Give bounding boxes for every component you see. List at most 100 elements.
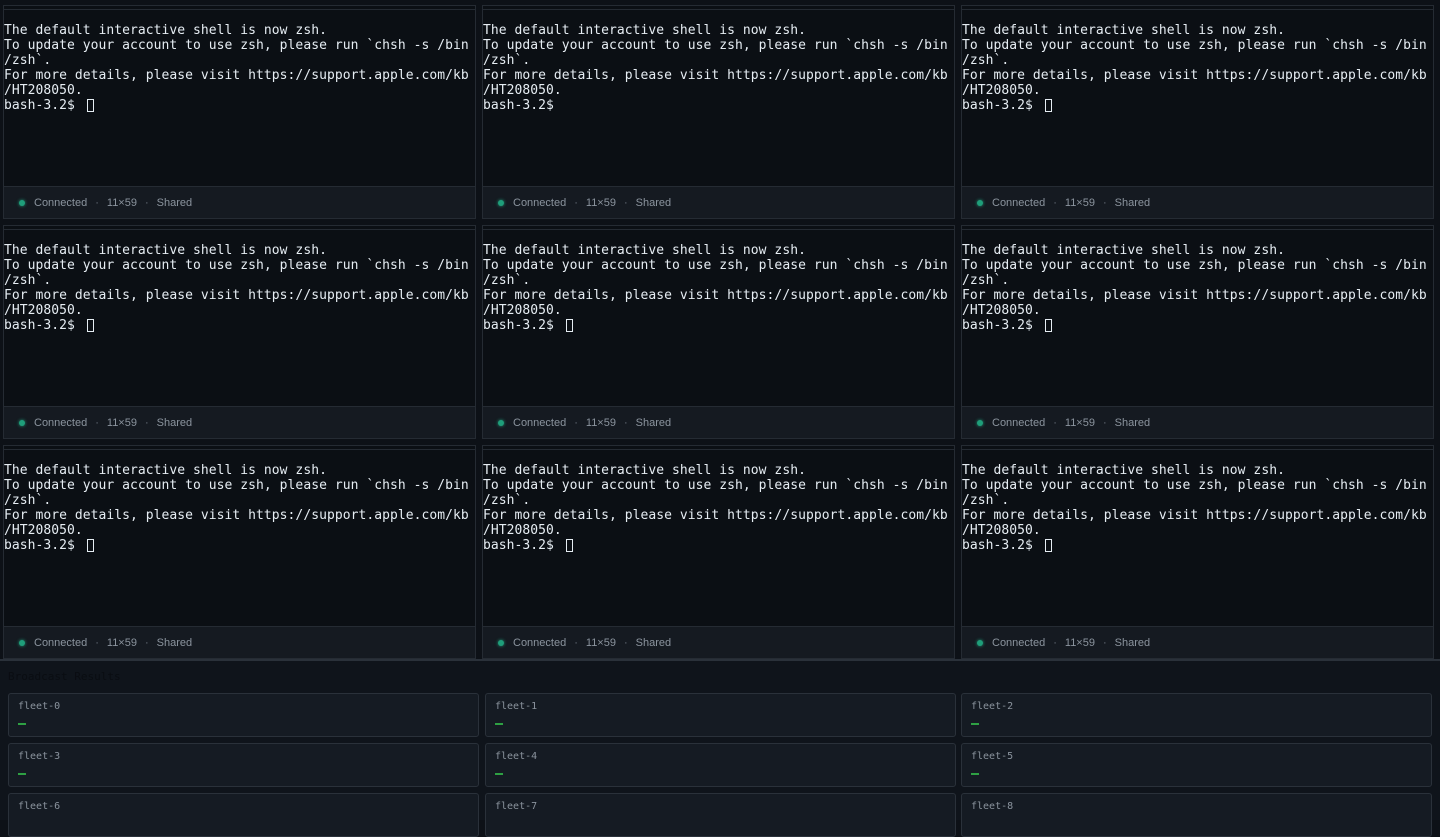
terminal-pane[interactable]: The default interactive shell is now zsh… — [3, 225, 476, 439]
broadcast-result-card[interactable]: fleet-5 — [961, 743, 1432, 787]
broadcast-result-card[interactable]: fleet-1 — [485, 693, 956, 737]
terminal-size: 11×59 — [1064, 636, 1095, 649]
pane-divider — [4, 449, 475, 450]
terminal-line: For more details, please visit https://s… — [4, 68, 469, 83]
terminal-line: To update your account to use zsh, pleas… — [962, 478, 1427, 493]
terminal-pane[interactable]: The default interactive shell is now zsh… — [961, 225, 1434, 439]
terminal-cursor — [566, 539, 573, 552]
pane-divider — [483, 229, 954, 230]
connection-status: Connected — [992, 636, 1046, 649]
terminal-line: /HT208050. — [962, 303, 1041, 318]
terminal-pane[interactable]: The default interactive shell is now zsh… — [482, 445, 955, 659]
shell-prompt: bash-3.2$ — [483, 98, 562, 113]
terminal-line: For more details, please visit https://s… — [483, 288, 948, 303]
pane-divider — [483, 9, 954, 10]
session-mode: Shared — [1114, 636, 1151, 649]
result-status-bar — [18, 773, 26, 775]
shell-prompt: bash-3.2$ — [962, 98, 1041, 113]
fleet-host-name: fleet-8 — [971, 801, 1014, 812]
pane-status-bar: Connected · 11×59 · Shared — [483, 186, 954, 218]
connected-dot-icon — [977, 199, 983, 206]
terminal-output[interactable]: The default interactive shell is now zsh… — [4, 243, 475, 333]
terminal-size: 11×59 — [106, 636, 137, 649]
pane-divider — [962, 229, 1433, 230]
terminal-line: For more details, please visit https://s… — [483, 508, 948, 523]
connected-dot-icon — [498, 419, 504, 426]
terminal-line: The default interactive shell is now zsh… — [4, 243, 327, 258]
broadcast-result-card[interactable]: fleet-3 — [8, 743, 479, 787]
separator: · — [574, 636, 578, 649]
terminal-output[interactable]: The default interactive shell is now zsh… — [483, 23, 954, 113]
broadcast-result-card[interactable]: fleet-4 — [485, 743, 956, 787]
terminal-line: /zsh`. — [962, 53, 1010, 68]
terminal-output[interactable]: The default interactive shell is now zsh… — [483, 463, 954, 553]
terminal-output[interactable]: The default interactive shell is now zsh… — [962, 463, 1433, 553]
terminal-line: /HT208050. — [4, 523, 83, 538]
separator: · — [1053, 416, 1057, 429]
broadcast-result-card[interactable]: fleet-6 — [8, 793, 479, 837]
connection-status: Connected — [34, 636, 88, 649]
result-status-bar — [495, 723, 503, 725]
separator: · — [1053, 636, 1057, 649]
terminal-line: To update your account to use zsh, pleas… — [962, 38, 1427, 53]
shell-prompt: bash-3.2$ — [4, 538, 83, 553]
connection-status: Connected — [34, 416, 88, 429]
connected-dot-icon — [19, 199, 25, 206]
result-status-bar — [971, 773, 979, 775]
broadcast-result-card[interactable]: fleet-0 — [8, 693, 479, 737]
fleet-host-name: fleet-6 — [18, 801, 61, 812]
terminal-line: /HT208050. — [483, 83, 562, 98]
connected-dot-icon — [19, 419, 25, 426]
separator: · — [623, 636, 628, 649]
connected-dot-icon — [19, 639, 25, 646]
terminal-line: /HT208050. — [962, 83, 1041, 98]
terminal-output[interactable]: The default interactive shell is now zsh… — [4, 23, 475, 113]
separator: · — [623, 416, 628, 429]
connected-dot-icon — [498, 639, 504, 646]
connection-status: Connected — [34, 196, 88, 209]
terminal-output[interactable]: The default interactive shell is now zsh… — [483, 243, 954, 333]
terminal-line: To update your account to use zsh, pleas… — [4, 478, 469, 493]
terminal-line: The default interactive shell is now zsh… — [483, 23, 806, 38]
terminal-pane[interactable]: The default interactive shell is now zsh… — [961, 5, 1434, 219]
broadcast-results-title: Broadcast Results — [8, 670, 121, 683]
pane-divider — [4, 229, 475, 230]
terminal-pane[interactable]: The default interactive shell is now zsh… — [3, 445, 476, 659]
pane-status-bar: Connected · 11×59 · Shared — [4, 626, 475, 658]
terminal-pane[interactable]: The default interactive shell is now zsh… — [3, 5, 476, 219]
separator: · — [144, 636, 149, 649]
terminal-output[interactable]: The default interactive shell is now zsh… — [962, 23, 1433, 113]
session-mode: Shared — [635, 416, 672, 429]
broadcast-result-card[interactable]: fleet-7 — [485, 793, 956, 837]
terminal-cursor — [1045, 319, 1052, 332]
terminal-output[interactable]: The default interactive shell is now zsh… — [962, 243, 1433, 333]
terminal-line: /zsh`. — [483, 273, 531, 288]
separator: · — [1102, 416, 1107, 429]
shell-prompt: bash-3.2$ — [962, 318, 1041, 333]
terminal-size: 11×59 — [106, 196, 137, 209]
connection-status: Connected — [513, 636, 567, 649]
terminal-pane[interactable]: The default interactive shell is now zsh… — [482, 225, 955, 439]
connection-status: Connected — [513, 196, 567, 209]
separator: · — [144, 196, 149, 209]
connection-status: Connected — [992, 196, 1046, 209]
fleet-host-name: fleet-1 — [495, 701, 538, 712]
pane-status-bar: Connected · 11×59 · Shared — [4, 406, 475, 438]
terminal-output[interactable]: The default interactive shell is now zsh… — [4, 463, 475, 553]
pane-status-bar: Connected · 11×59 · Shared — [483, 406, 954, 438]
session-mode: Shared — [1114, 416, 1151, 429]
terminal-line: For more details, please visit https://s… — [4, 288, 469, 303]
terminal-pane[interactable]: The default interactive shell is now zsh… — [961, 445, 1434, 659]
terminal-line: The default interactive shell is now zsh… — [962, 243, 1285, 258]
shell-prompt: bash-3.2$ — [4, 318, 83, 333]
separator: · — [574, 416, 578, 429]
terminal-line: /zsh`. — [483, 53, 531, 68]
broadcast-result-card[interactable]: fleet-2 — [961, 693, 1432, 737]
separator: · — [95, 636, 99, 649]
terminal-line: The default interactive shell is now zsh… — [483, 463, 806, 478]
broadcast-result-card[interactable]: fleet-8 — [961, 793, 1432, 837]
terminal-size: 11×59 — [585, 416, 616, 429]
terminal-pane[interactable]: The default interactive shell is now zsh… — [482, 5, 955, 219]
terminal-line: To update your account to use zsh, pleas… — [483, 38, 948, 53]
session-mode: Shared — [635, 196, 672, 209]
